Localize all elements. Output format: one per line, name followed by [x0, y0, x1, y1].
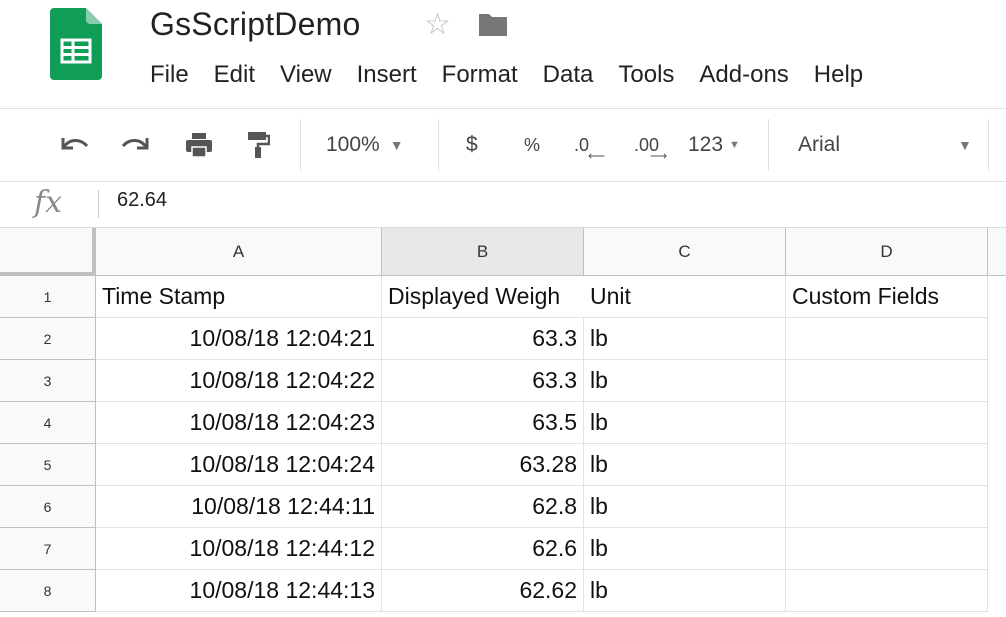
cell-a8[interactable]: 10/08/18 12:44:13	[96, 570, 382, 612]
cell-a3[interactable]: 10/08/18 12:04:22	[96, 360, 382, 402]
cell-a4[interactable]: 10/08/18 12:04:23	[96, 402, 382, 444]
cell-c1[interactable]: Unit	[584, 276, 786, 318]
font-value: Arial	[798, 133, 841, 156]
redo-button[interactable]	[120, 109, 150, 181]
select-all-corner[interactable]	[0, 228, 96, 276]
cell-b8[interactable]: 62.62	[382, 570, 584, 612]
menu-tools[interactable]: Tools	[618, 60, 674, 94]
arrow-right-icon: ⟶	[650, 149, 668, 163]
row-header[interactable]: 6	[0, 486, 96, 528]
cell-a7[interactable]: 10/08/18 12:44:12	[96, 528, 382, 570]
print-button[interactable]	[184, 109, 214, 181]
redo-icon	[121, 138, 149, 150]
cell-b5[interactable]: 63.28	[382, 444, 584, 486]
cell-b7[interactable]: 62.6	[382, 528, 584, 570]
cell-d8[interactable]	[786, 570, 988, 612]
paint-format-icon	[248, 132, 270, 158]
cell-d6[interactable]	[786, 486, 988, 528]
column-header-a[interactable]: A	[96, 228, 382, 276]
increase-decimal-button[interactable]: .00 ⟶	[634, 109, 667, 181]
cell-d4[interactable]	[786, 402, 988, 444]
cell-c6[interactable]: lb	[584, 486, 786, 528]
percent-label: %	[524, 134, 541, 155]
cell-c2[interactable]: lb	[584, 318, 786, 360]
row-header[interactable]: 8	[0, 570, 96, 612]
zoom-select[interactable]: 100% ▼	[326, 109, 404, 181]
cell-b3[interactable]: 63.3	[382, 360, 584, 402]
fx-icon: fx	[34, 185, 63, 220]
cell-a2[interactable]: 10/08/18 12:04:21	[96, 318, 382, 360]
cell-c3[interactable]: lb	[584, 360, 786, 402]
chevron-down-icon: ▼	[729, 139, 740, 151]
cell-c4[interactable]: lb	[584, 402, 786, 444]
formula-bar: fx 62.64	[0, 181, 1006, 228]
undo-icon	[61, 138, 89, 150]
formula-input[interactable]: 62.64	[117, 189, 167, 212]
column-header-b[interactable]: B	[382, 228, 584, 276]
cell-a5[interactable]: 10/08/18 12:04:24	[96, 444, 382, 486]
menu-data[interactable]: Data	[543, 60, 594, 94]
menu-file[interactable]: File	[150, 60, 189, 94]
toolbar: 100% ▼ $ % .0 ⟵ .00 ⟶ 123 ▼ Arial ▼	[0, 108, 1006, 182]
toolbar-separator	[988, 119, 989, 171]
sheets-logo[interactable]	[50, 8, 102, 80]
column-header-c[interactable]: C	[584, 228, 786, 276]
cell-c7[interactable]: lb	[584, 528, 786, 570]
menu-help[interactable]: Help	[814, 60, 863, 94]
folder-icon[interactable]	[477, 10, 509, 38]
formula-separator	[98, 190, 99, 218]
cell-c8[interactable]: lb	[584, 570, 786, 612]
cell-d2[interactable]	[786, 318, 988, 360]
font-select[interactable]: Arial ▼	[798, 109, 972, 181]
cell-d3[interactable]	[786, 360, 988, 402]
more-formats-label: 123	[688, 133, 724, 156]
currency-label: $	[466, 133, 478, 156]
undo-button[interactable]	[60, 109, 90, 181]
print-icon	[186, 133, 212, 158]
menu-bar: File Edit View Insert Format Data Tools …	[150, 60, 888, 94]
cell-d5[interactable]	[786, 444, 988, 486]
row-header[interactable]: 2	[0, 318, 96, 360]
menu-insert[interactable]: Insert	[357, 60, 417, 94]
cell-b2[interactable]: 63.3	[382, 318, 584, 360]
cell-c5[interactable]: lb	[584, 444, 786, 486]
cell-a6[interactable]: 10/08/18 12:44:11	[96, 486, 382, 528]
cell-b6[interactable]: 62.8	[382, 486, 584, 528]
cell-b1[interactable]: Displayed Weigh	[382, 276, 584, 318]
column-header-e[interactable]	[988, 228, 1006, 276]
row-header[interactable]: 4	[0, 402, 96, 444]
cell-b4[interactable]: 63.5	[382, 402, 584, 444]
row-header[interactable]: 1	[0, 276, 96, 318]
toolbar-separator	[438, 119, 439, 171]
star-icon[interactable]: ☆	[424, 10, 451, 40]
decrease-decimal-button[interactable]: .0 ⟵	[574, 109, 605, 181]
cell-d7[interactable]	[786, 528, 988, 570]
arrow-left-icon: ⟵	[588, 149, 606, 163]
menu-view[interactable]: View	[280, 60, 332, 94]
percent-format-button[interactable]: %	[524, 109, 540, 181]
chevron-down-icon: ▼	[389, 137, 404, 153]
row-header[interactable]: 7	[0, 528, 96, 570]
more-formats-button[interactable]: 123 ▼	[688, 109, 740, 181]
chevron-down-icon: ▼	[958, 137, 972, 153]
decrease-decimal-label: .0	[574, 134, 590, 155]
paint-format-button[interactable]	[246, 109, 270, 181]
menu-addons[interactable]: Add-ons	[699, 60, 788, 94]
cell-a1[interactable]: Time Stamp	[96, 276, 382, 318]
row-header[interactable]: 3	[0, 360, 96, 402]
toolbar-separator	[300, 119, 301, 171]
toolbar-separator	[768, 119, 769, 171]
cell-d1[interactable]: Custom Fields	[786, 276, 988, 318]
document-title[interactable]: GsScriptDemo	[150, 6, 360, 43]
menu-format[interactable]: Format	[442, 60, 518, 94]
column-header-d[interactable]: D	[786, 228, 988, 276]
menu-edit[interactable]: Edit	[214, 60, 255, 94]
row-header[interactable]: 5	[0, 444, 96, 486]
zoom-value: 100%	[326, 133, 380, 156]
currency-format-button[interactable]: $	[466, 109, 478, 181]
